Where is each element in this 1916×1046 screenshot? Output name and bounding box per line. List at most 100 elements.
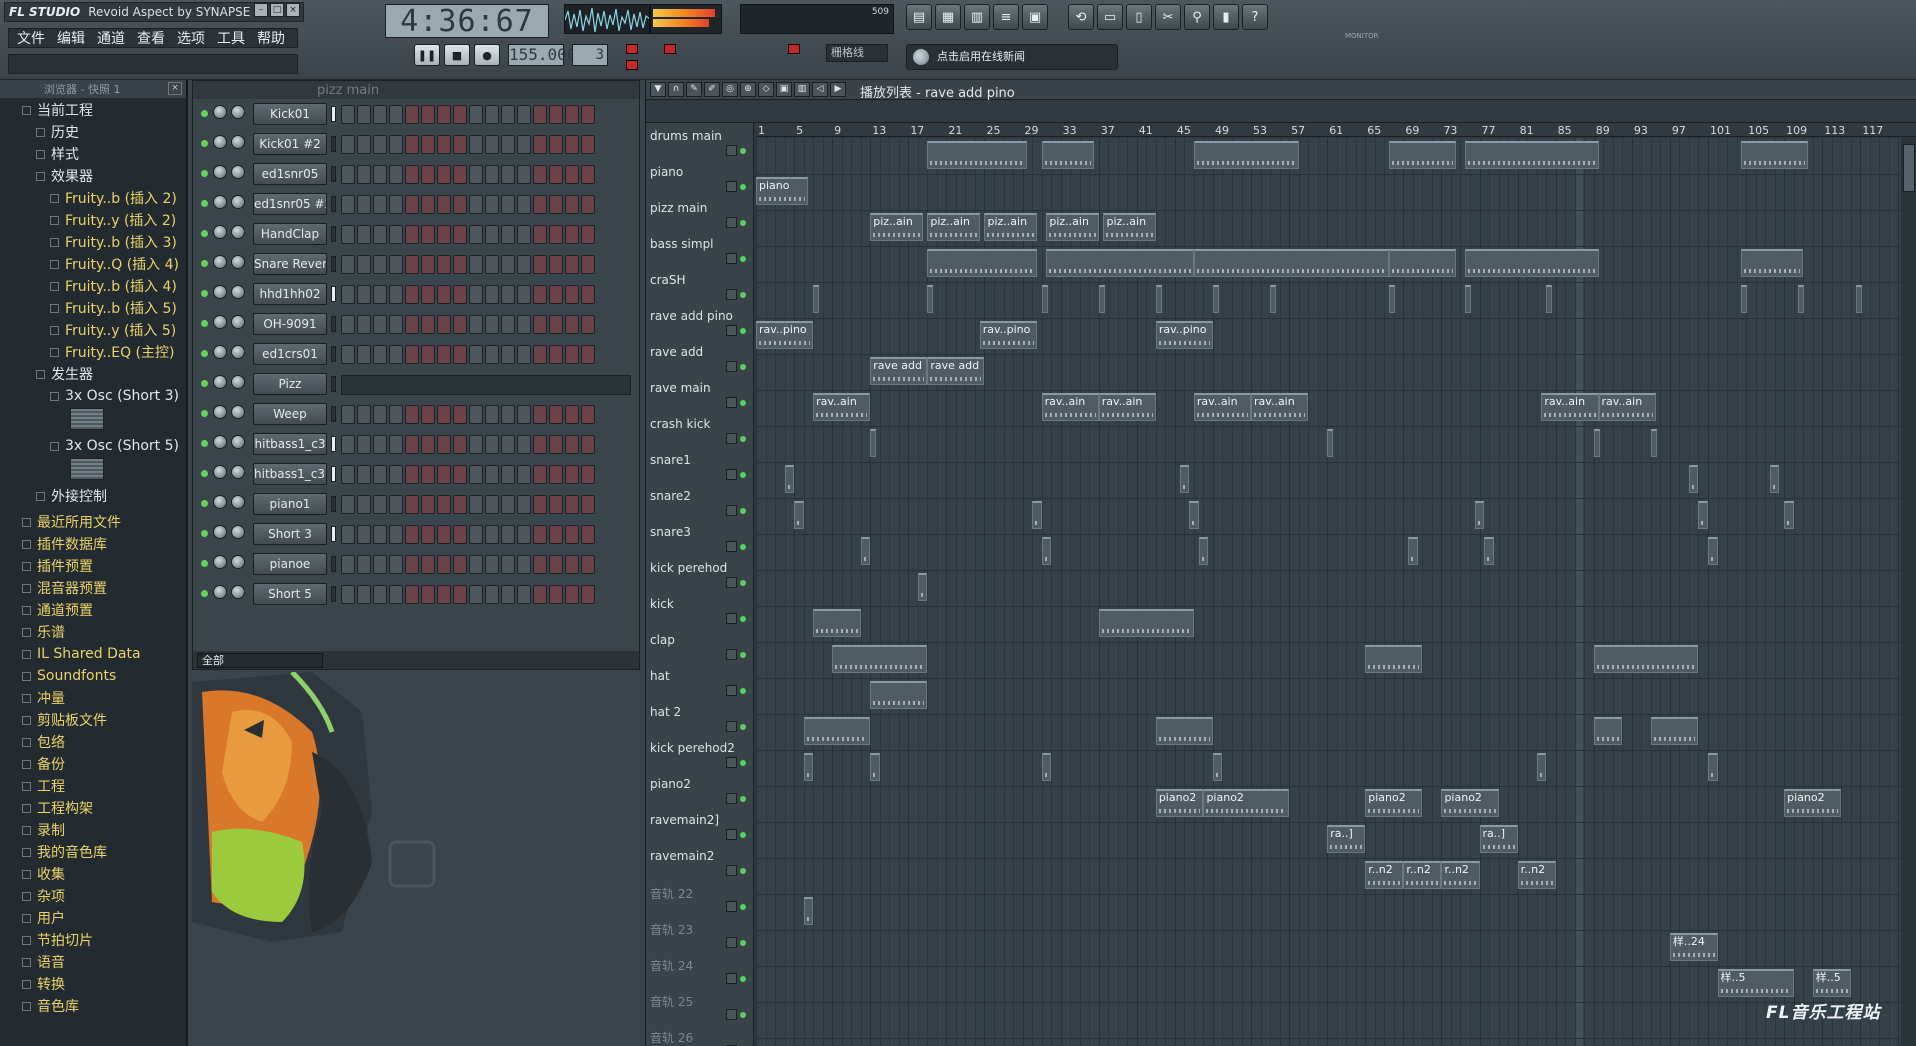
track-name[interactable]: 音轨 23 <box>650 921 693 938</box>
volume-knob[interactable] <box>231 255 245 269</box>
browser-item[interactable]: Fruity..y (插入 5) <box>50 320 176 340</box>
channel-row[interactable]: ed1crs01 <box>193 341 639 369</box>
step-button[interactable] <box>565 225 579 244</box>
step-button[interactable] <box>517 585 531 604</box>
step-button[interactable] <box>453 165 467 184</box>
pan-knob[interactable] <box>213 315 227 329</box>
pattern-clip[interactable] <box>1212 285 1219 313</box>
step-button[interactable] <box>421 405 435 424</box>
step-button[interactable] <box>549 135 563 154</box>
step-button[interactable] <box>421 555 435 574</box>
volume-knob[interactable] <box>231 105 245 119</box>
channel-mute-led[interactable] <box>201 500 208 507</box>
step-button[interactable] <box>581 465 595 484</box>
pattern-clip[interactable] <box>1688 465 1699 493</box>
channel-name-button[interactable]: hitbass1_c3 <box>253 433 327 455</box>
pattern-clip[interactable]: rav..pino <box>979 321 1037 349</box>
lock-icon[interactable] <box>726 685 737 696</box>
step-button[interactable] <box>565 555 579 574</box>
step-button[interactable] <box>533 345 547 364</box>
step-button[interactable] <box>373 165 387 184</box>
pattern-clip[interactable] <box>1270 285 1277 313</box>
record-button[interactable]: ● <box>474 44 500 66</box>
channel-row[interactable]: hitbass1_c3 #2 <box>193 461 639 489</box>
lock-icon[interactable] <box>726 397 737 408</box>
track-name[interactable]: kick <box>650 597 674 611</box>
search-icon[interactable]: ⚲ <box>1184 4 1210 30</box>
pattern-clip[interactable] <box>784 465 795 493</box>
step-button[interactable] <box>405 555 419 574</box>
step-button[interactable] <box>469 525 483 544</box>
step-button[interactable] <box>405 285 419 304</box>
browser-item[interactable]: 收集 <box>22 864 65 884</box>
step-button[interactable] <box>389 165 403 184</box>
step-button[interactable] <box>453 465 467 484</box>
track-enable-led[interactable] <box>740 976 746 982</box>
channel-name-button[interactable]: ed1snr05 #2 <box>253 193 327 215</box>
browser-item[interactable]: 混音器预置 <box>22 578 107 598</box>
pattern-clip[interactable] <box>803 717 871 745</box>
step-button[interactable] <box>549 285 563 304</box>
pattern-clip[interactable] <box>1041 285 1048 313</box>
volume-knob[interactable] <box>231 165 245 179</box>
step-button[interactable] <box>469 165 483 184</box>
track-name[interactable]: 音轨 24 <box>650 957 693 974</box>
browser-item[interactable]: 历史 <box>36 122 79 142</box>
pattern-clip[interactable]: piano <box>756 177 809 205</box>
channel-mute-led[interactable] <box>201 320 208 327</box>
browser-item[interactable]: 工程构架 <box>22 798 93 818</box>
step-button[interactable] <box>581 525 595 544</box>
step-button[interactable] <box>405 315 419 334</box>
snap-selector[interactable]: 栅格线 <box>826 44 888 62</box>
mixer-icon[interactable]: ▣ <box>1022 4 1048 30</box>
pattern-clip[interactable] <box>1465 141 1599 169</box>
step-button[interactable] <box>517 105 531 124</box>
track-name[interactable]: 音轨 25 <box>650 993 693 1010</box>
step-button[interactable] <box>501 195 515 214</box>
pattern-clip[interactable]: rave add <box>870 357 928 385</box>
track-enable-led[interactable] <box>740 364 746 370</box>
pattern-clip[interactable]: piano2 <box>1441 789 1499 817</box>
lock-icon[interactable] <box>726 361 737 372</box>
channel-mute-led[interactable] <box>201 470 208 477</box>
step-button[interactable] <box>341 585 355 604</box>
step-button[interactable] <box>565 525 579 544</box>
channel-select-indicator[interactable] <box>331 436 336 452</box>
channel-name-button[interactable]: Weep <box>253 403 327 425</box>
step-button[interactable] <box>405 525 419 544</box>
step-button[interactable] <box>421 135 435 154</box>
track-enable-led[interactable] <box>740 904 746 910</box>
pattern-clip[interactable] <box>927 285 934 313</box>
step-button[interactable] <box>357 135 371 154</box>
step-button[interactable] <box>437 465 451 484</box>
step-button[interactable] <box>357 405 371 424</box>
pattern-clip[interactable]: rav..pino <box>756 321 814 349</box>
lock-icon[interactable] <box>726 1009 737 1020</box>
step-button[interactable] <box>341 405 355 424</box>
menu-edit[interactable]: 编辑 <box>57 28 85 48</box>
channel-mute-led[interactable] <box>201 440 208 447</box>
track-enable-led[interactable] <box>740 1012 746 1018</box>
channel-rack-header[interactable]: pizz main <box>193 81 639 99</box>
volume-knob[interactable] <box>231 585 245 599</box>
step-button[interactable] <box>469 585 483 604</box>
channel-select-indicator[interactable] <box>331 256 336 272</box>
pattern-clip[interactable] <box>1650 429 1657 457</box>
step-button[interactable] <box>373 585 387 604</box>
pattern-clip[interactable]: rav..ain <box>1251 393 1309 421</box>
browser-item[interactable]: 插件数据库 <box>22 534 107 554</box>
step-button[interactable] <box>533 225 547 244</box>
step-button[interactable] <box>437 225 451 244</box>
pattern-clip[interactable] <box>1769 465 1780 493</box>
volume-knob[interactable] <box>231 465 245 479</box>
track-name[interactable]: piano <box>650 165 683 179</box>
channel-row[interactable]: HandClap <box>193 221 639 249</box>
pan-knob[interactable] <box>213 105 227 119</box>
minimize-icon[interactable]: – <box>254 3 268 17</box>
step-button[interactable] <box>501 285 515 304</box>
channel-select-indicator[interactable] <box>331 196 336 212</box>
menu-channels[interactable]: 通道 <box>97 28 125 48</box>
step-button[interactable] <box>405 405 419 424</box>
step-button[interactable] <box>581 225 595 244</box>
playlist-header[interactable]: ▼ ∩ ✎ ✐ ◎ ⊕ ◇ ▣ ▥ ◁ ▶ 播放列表 - rave add pi… <box>646 80 1916 101</box>
